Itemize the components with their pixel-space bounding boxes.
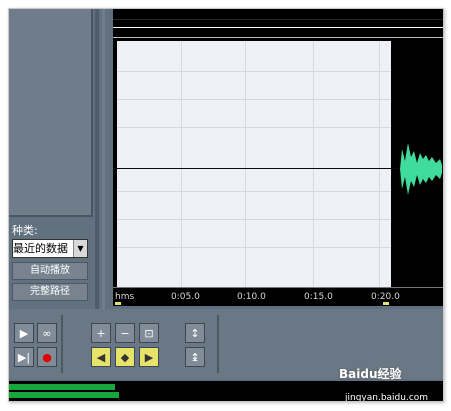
skip-end-icon[interactable]: ▶| <box>14 347 34 367</box>
ruler-tick: 0:20.0 <box>371 292 400 302</box>
panel-splitter-edge <box>102 9 105 319</box>
panel-splitter[interactable] <box>95 9 99 319</box>
zoom-left-icon[interactable]: ◀ <box>91 347 111 367</box>
start-marker[interactable] <box>115 302 121 305</box>
ruler-unit: hms <box>115 292 135 302</box>
selection-region[interactable] <box>117 41 391 287</box>
zoom-selection-icon[interactable]: ◆ <box>115 347 135 367</box>
grid-line <box>245 41 246 287</box>
waveform-clip <box>400 143 442 195</box>
file-panel: 种类: 最近的数据 ▼ 自动播放 完整路径 <box>9 9 109 319</box>
zoom-right-icon[interactable]: ▶ <box>139 347 159 367</box>
autoplay-button[interactable]: 自动播放 <box>12 262 88 280</box>
type-dropdown-value: 最近的数据 <box>13 242 68 255</box>
ruler-tick: 0:05.0 <box>171 292 200 302</box>
grid-line <box>181 41 182 287</box>
level-bar-left <box>9 384 115 390</box>
ruler-tick: 0:15.0 <box>304 292 333 302</box>
toolbar-separator <box>61 315 63 373</box>
vertical-zoom-in-icon[interactable]: ↕ <box>185 323 205 343</box>
zoom-in-icon[interactable]: + <box>91 323 111 343</box>
grid-line <box>117 99 391 100</box>
full-path-button[interactable]: 完整路径 <box>12 283 88 301</box>
level-bar-right <box>9 392 119 398</box>
ruler-tick: 0:10.0 <box>237 292 266 302</box>
record-icon[interactable]: ● <box>37 347 57 367</box>
grid-line <box>117 127 391 128</box>
watermark-logo: Baidu经验 <box>339 367 402 381</box>
zoom-full-icon[interactable]: ⊡ <box>139 323 159 343</box>
grid-line <box>117 71 391 72</box>
play-icon[interactable]: ▶ <box>14 323 34 343</box>
zero-line <box>113 168 443 169</box>
type-label: 种类: <box>12 224 38 237</box>
app-window: 种类: 最近的数据 ▼ 自动播放 完整路径 hms 0:05.0 0:10.0 … <box>8 8 444 402</box>
type-dropdown[interactable]: 最近的数据 ▼ <box>12 239 88 258</box>
grid-line <box>117 247 391 248</box>
zoom-out-icon[interactable]: − <box>115 323 135 343</box>
grid-line <box>313 41 314 287</box>
overview-bar[interactable] <box>113 9 443 39</box>
waveform-view[interactable] <box>113 9 443 287</box>
chevron-down-icon[interactable]: ▼ <box>73 240 87 257</box>
grid-line <box>117 219 391 220</box>
loop-icon[interactable]: ∞ <box>37 323 57 343</box>
toolbar-separator <box>217 315 219 373</box>
time-ruler[interactable]: hms 0:05.0 0:10.0 0:15.0 0:20.0 <box>113 287 443 306</box>
vertical-zoom-out-icon[interactable]: ↨ <box>185 347 205 367</box>
end-marker[interactable] <box>383 302 389 305</box>
grid-line <box>117 191 391 192</box>
file-list[interactable] <box>9 9 93 217</box>
grid-line <box>379 41 380 287</box>
watermark-url: jingyan.baidu.com <box>345 393 429 402</box>
